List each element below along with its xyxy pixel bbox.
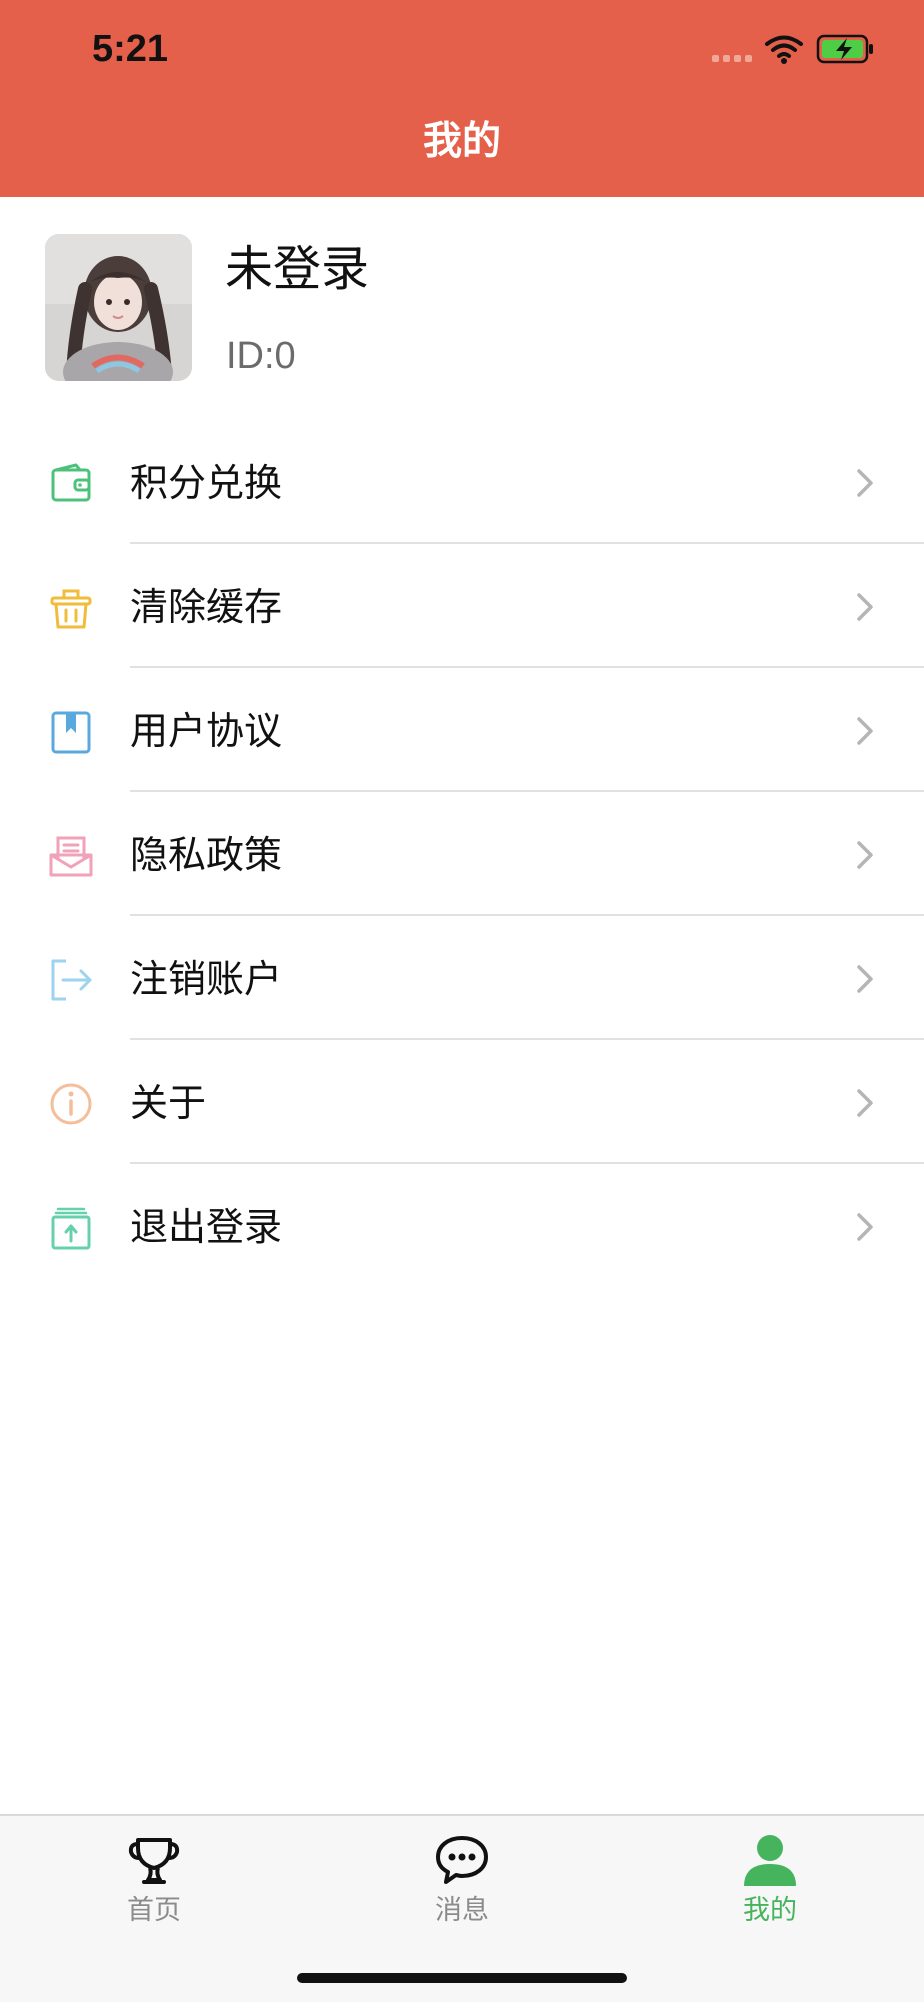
page-title: 我的 — [422, 119, 501, 164]
menu-item-label: 退出登录 — [130, 1205, 283, 1249]
upload-tray-icon — [51, 1207, 91, 1250]
tab-label: 消息 — [435, 1895, 489, 1926]
menu-item-label: 用户协议 — [130, 709, 283, 753]
menu-item-privacy-policy[interactable]: 隐私政策 — [0, 791, 924, 916]
menu-item-clear-cache[interactable]: 清除缓存 — [0, 543, 924, 668]
tab-label: 我的 — [743, 1895, 797, 1926]
logout-arrow-icon — [51, 959, 92, 1001]
chevron-right-icon — [857, 469, 873, 497]
info-circle-icon — [50, 1083, 92, 1125]
status-time: 5:21 — [92, 28, 169, 70]
trophy-icon — [128, 1838, 180, 1884]
menu-item-label: 积分兑换 — [130, 461, 283, 505]
menu-item-label: 关于 — [130, 1081, 207, 1125]
menu-item-label: 注销账户 — [130, 957, 283, 1001]
home-indicator[interactable] — [297, 1973, 627, 1983]
chevron-right-icon — [857, 965, 873, 993]
cellular-signal-icon — [712, 55, 752, 62]
profile-name: 未登录 — [225, 241, 370, 297]
menu-item-about[interactable]: 关于 — [0, 1039, 924, 1164]
battery-charging-icon — [816, 34, 873, 64]
menu-item-user-agreement[interactable]: 用户协议 — [0, 667, 924, 792]
bookmark-book-icon — [51, 711, 91, 754]
menu-item-label: 清除缓存 — [130, 585, 283, 629]
tab-label: 首页 — [127, 1895, 181, 1926]
chevron-right-icon — [857, 593, 873, 621]
wifi-icon — [765, 35, 803, 64]
chevron-right-icon — [857, 717, 873, 745]
chat-bubble-icon — [436, 1836, 488, 1884]
wallet-icon — [51, 463, 91, 502]
chevron-right-icon — [857, 841, 873, 869]
menu-item-logout[interactable]: 退出登录 — [0, 1163, 924, 1287]
tab-home[interactable]: 首页 — [77, 1816, 231, 1936]
mail-tray-icon — [49, 836, 93, 877]
menu-item-label: 隐私政策 — [130, 833, 283, 877]
tab-messages[interactable]: 消息 — [385, 1816, 539, 1936]
menu-item-points-exchange[interactable]: 积分兑换 — [0, 419, 924, 544]
chevron-right-icon — [857, 1089, 873, 1117]
menu-item-delete-account[interactable]: 注销账户 — [0, 915, 924, 1040]
trash-basket-icon — [50, 589, 92, 629]
person-icon — [744, 1835, 796, 1886]
avatar[interactable] — [45, 234, 192, 381]
tab-mine[interactable]: 我的 — [693, 1816, 847, 1936]
profile-id: ID:0 — [226, 335, 296, 377]
header-bar: 5:21 我的 — [0, 0, 924, 197]
profile-section[interactable]: 未登录 ID:0 — [0, 197, 924, 407]
chevron-right-icon — [857, 1213, 873, 1241]
menu-list: 积分兑换 清除缓存 用户协议 隐私政策 注销账户 关于 退出登录 — [0, 419, 924, 1287]
